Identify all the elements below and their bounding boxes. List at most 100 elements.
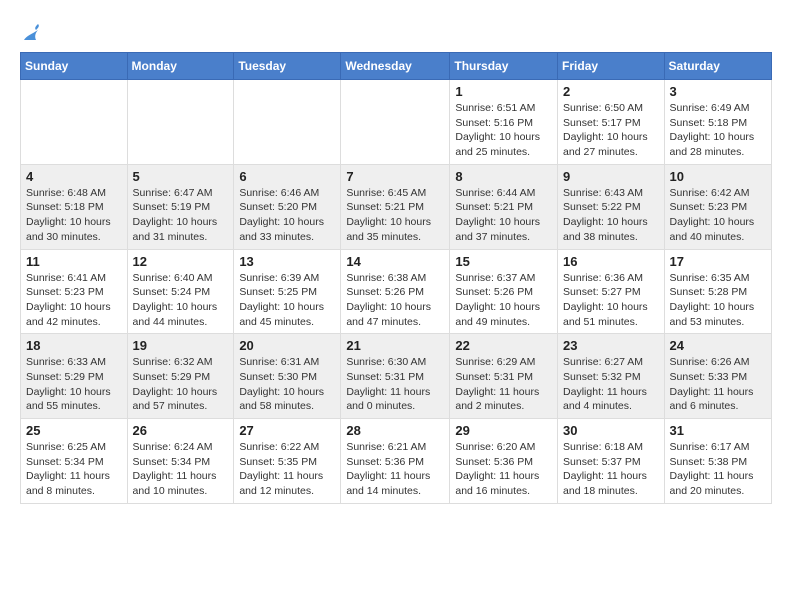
day-info-line: Sunset: 5:18 PM [26, 200, 122, 215]
day-info-line: Daylight: 10 hours and 37 minutes. [455, 215, 552, 244]
day-info-line: Daylight: 11 hours and 20 minutes. [670, 469, 766, 498]
calendar-cell: 3Sunrise: 6:49 AMSunset: 5:18 PMDaylight… [664, 80, 771, 165]
day-info: Sunrise: 6:33 AMSunset: 5:29 PMDaylight:… [26, 355, 122, 414]
day-info: Sunrise: 6:46 AMSunset: 5:20 PMDaylight:… [239, 186, 335, 245]
calendar-cell: 2Sunrise: 6:50 AMSunset: 5:17 PMDaylight… [558, 80, 665, 165]
day-info-line: Daylight: 11 hours and 0 minutes. [346, 385, 444, 414]
day-info-line: Sunset: 5:32 PM [563, 370, 659, 385]
calendar-cell: 1 Sunrise: 6:51 AMSunset: 5:16 PMDaylight… [450, 80, 558, 165]
day-info-line: Daylight: 10 hours and 33 minutes. [239, 215, 335, 244]
day-info-line: Sunset: 5:16 PM [455, 116, 552, 131]
day-info-line: Daylight: 10 hours and 30 minutes. [26, 215, 122, 244]
day-info-line: Sunrise: 6:38 AM [346, 271, 444, 286]
calendar-cell: 22Sunrise: 6:29 AMSunset: 5:31 PMDayligh… [450, 334, 558, 419]
calendar-cell: 25Sunrise: 6:25 AMSunset: 5:34 PMDayligh… [21, 419, 128, 504]
calendar-cell: 10Sunrise: 6:42 AMSunset: 5:23 PMDayligh… [664, 164, 771, 249]
day-info: Sunrise: 6:25 AMSunset: 5:34 PMDaylight:… [26, 440, 122, 499]
calendar-week-row: 25Sunrise: 6:25 AMSunset: 5:34 PMDayligh… [21, 419, 772, 504]
day-info-line: Sunset: 5:29 PM [26, 370, 122, 385]
day-info-line: Daylight: 11 hours and 12 minutes. [239, 469, 335, 498]
day-number: 5 [133, 169, 229, 184]
day-info-line: Daylight: 10 hours and 49 minutes. [455, 300, 552, 329]
day-info: Sunrise: 6:26 AMSunset: 5:33 PMDaylight:… [670, 355, 766, 414]
day-info-line: Sunset: 5:38 PM [670, 455, 766, 470]
day-info-line: Sunrise: 6:45 AM [346, 186, 444, 201]
day-info-line: Sunset: 5:31 PM [346, 370, 444, 385]
day-number: 12 [133, 254, 229, 269]
day-info-line: Sunset: 5:28 PM [670, 285, 766, 300]
day-info-line: Sunset: 5:22 PM [563, 200, 659, 215]
calendar-cell: 18Sunrise: 6:33 AMSunset: 5:29 PMDayligh… [21, 334, 128, 419]
calendar-cell: 19 Sunrise: 6:32 AMSunset: 5:29 PMDayligh… [127, 334, 234, 419]
header-sunday: Sunday [21, 53, 128, 80]
calendar-cell: 11Sunrise: 6:41 AMSunset: 5:23 PMDayligh… [21, 249, 128, 334]
calendar-cell: 6Sunrise: 6:46 AMSunset: 5:20 PMDaylight… [234, 164, 341, 249]
day-info-line: Daylight: 10 hours and 57 minutes. [133, 385, 229, 414]
day-info-line: Sunrise: 6:40 AM [133, 271, 229, 286]
day-info-line: Sunset: 5:31 PM [455, 370, 552, 385]
calendar-cell: 29Sunrise: 6:20 AMSunset: 5:36 PMDayligh… [450, 419, 558, 504]
day-info-line: Sunrise: 6:47 AM [133, 186, 229, 201]
day-number: 16 [563, 254, 659, 269]
day-info-line: Sunset: 5:20 PM [239, 200, 335, 215]
page-header [20, 20, 772, 44]
day-info-line: Sunset: 5:26 PM [455, 285, 552, 300]
day-info-line: Sunrise: 6:30 AM [346, 355, 444, 370]
day-info-line: Daylight: 11 hours and 10 minutes. [133, 469, 229, 498]
calendar-cell: 31Sunrise: 6:17 AMSunset: 5:38 PMDayligh… [664, 419, 771, 504]
day-info-line: Sunset: 5:33 PM [670, 370, 766, 385]
day-number: 15 [455, 254, 552, 269]
day-info-line: Daylight: 10 hours and 40 minutes. [670, 215, 766, 244]
day-info: Sunrise: 6:36 AMSunset: 5:27 PMDaylight:… [563, 271, 659, 330]
header-thursday: Thursday [450, 53, 558, 80]
day-info: Sunrise: 6:43 AMSunset: 5:22 PMDaylight:… [563, 186, 659, 245]
day-info-line: Sunrise: 6:21 AM [346, 440, 444, 455]
day-info-line: Daylight: 10 hours and 31 minutes. [133, 215, 229, 244]
day-info-line: Daylight: 11 hours and 4 minutes. [563, 385, 659, 414]
calendar-cell: 24Sunrise: 6:26 AMSunset: 5:33 PMDayligh… [664, 334, 771, 419]
day-info-line: Sunset: 5:18 PM [670, 116, 766, 131]
day-info: Sunrise: 6:51 AMSunset: 5:16 PMDaylight:… [455, 101, 552, 160]
day-info-line: Daylight: 10 hours and 45 minutes. [239, 300, 335, 329]
calendar-cell: 8Sunrise: 6:44 AMSunset: 5:21 PMDaylight… [450, 164, 558, 249]
day-info: Sunrise: 6:42 AMSunset: 5:23 PMDaylight:… [670, 186, 766, 245]
day-info-line: Sunset: 5:36 PM [455, 455, 552, 470]
calendar-cell: 17Sunrise: 6:35 AMSunset: 5:28 PMDayligh… [664, 249, 771, 334]
day-info-line: Sunrise: 6:22 AM [239, 440, 335, 455]
day-info: Sunrise: 6:32 AMSunset: 5:29 PMDaylight:… [133, 355, 229, 414]
day-info-line: Sunrise: 6:50 AM [563, 101, 659, 116]
day-info-line: Sunset: 5:29 PM [133, 370, 229, 385]
calendar-cell: 15 Sunrise: 6:37 AMSunset: 5:26 PMDayligh… [450, 249, 558, 334]
day-info-line: Sunset: 5:17 PM [563, 116, 659, 131]
day-number: 3 [670, 84, 766, 99]
day-info-line: Sunset: 5:34 PM [26, 455, 122, 470]
day-number: 13 [239, 254, 335, 269]
day-number: 9 [563, 169, 659, 184]
day-info-line: Sunset: 5:26 PM [346, 285, 444, 300]
day-info-line: Sunrise: 6:25 AM [26, 440, 122, 455]
calendar-week-row: 18Sunrise: 6:33 AMSunset: 5:29 PMDayligh… [21, 334, 772, 419]
day-info: Sunrise: 6:35 AMSunset: 5:28 PMDaylight:… [670, 271, 766, 330]
header-saturday: Saturday [664, 53, 771, 80]
calendar-cell: 27Sunrise: 6:22 AMSunset: 5:35 PMDayligh… [234, 419, 341, 504]
day-number: 19 [133, 338, 229, 353]
day-info-line: Sunrise: 6:29 AM [455, 355, 552, 370]
day-info-line: Daylight: 10 hours and 42 minutes. [26, 300, 122, 329]
day-info-line: Sunrise: 6:31 AM [239, 355, 335, 370]
day-info-line: Daylight: 10 hours and 25 minutes. [455, 130, 552, 159]
day-info: Sunrise: 6:37 AMSunset: 5:26 PMDaylight:… [455, 271, 552, 330]
day-info-line: Daylight: 10 hours and 44 minutes. [133, 300, 229, 329]
day-number: 1 [455, 84, 552, 99]
day-info: Sunrise: 6:24 AMSunset: 5:34 PMDaylight:… [133, 440, 229, 499]
day-info-line: Sunrise: 6:44 AM [455, 186, 552, 201]
day-info-line: Sunrise: 6:17 AM [670, 440, 766, 455]
day-info: Sunrise: 6:21 AMSunset: 5:36 PMDaylight:… [346, 440, 444, 499]
day-info-line: Sunrise: 6:26 AM [670, 355, 766, 370]
calendar-cell: 5Sunrise: 6:47 AMSunset: 5:19 PMDaylight… [127, 164, 234, 249]
day-number: 4 [26, 169, 122, 184]
day-info-line: Sunrise: 6:51 AM [455, 101, 552, 116]
day-info: Sunrise: 6:31 AMSunset: 5:30 PMDaylight:… [239, 355, 335, 414]
calendar-cell [21, 80, 128, 165]
day-number: 21 [346, 338, 444, 353]
header-friday: Friday [558, 53, 665, 80]
